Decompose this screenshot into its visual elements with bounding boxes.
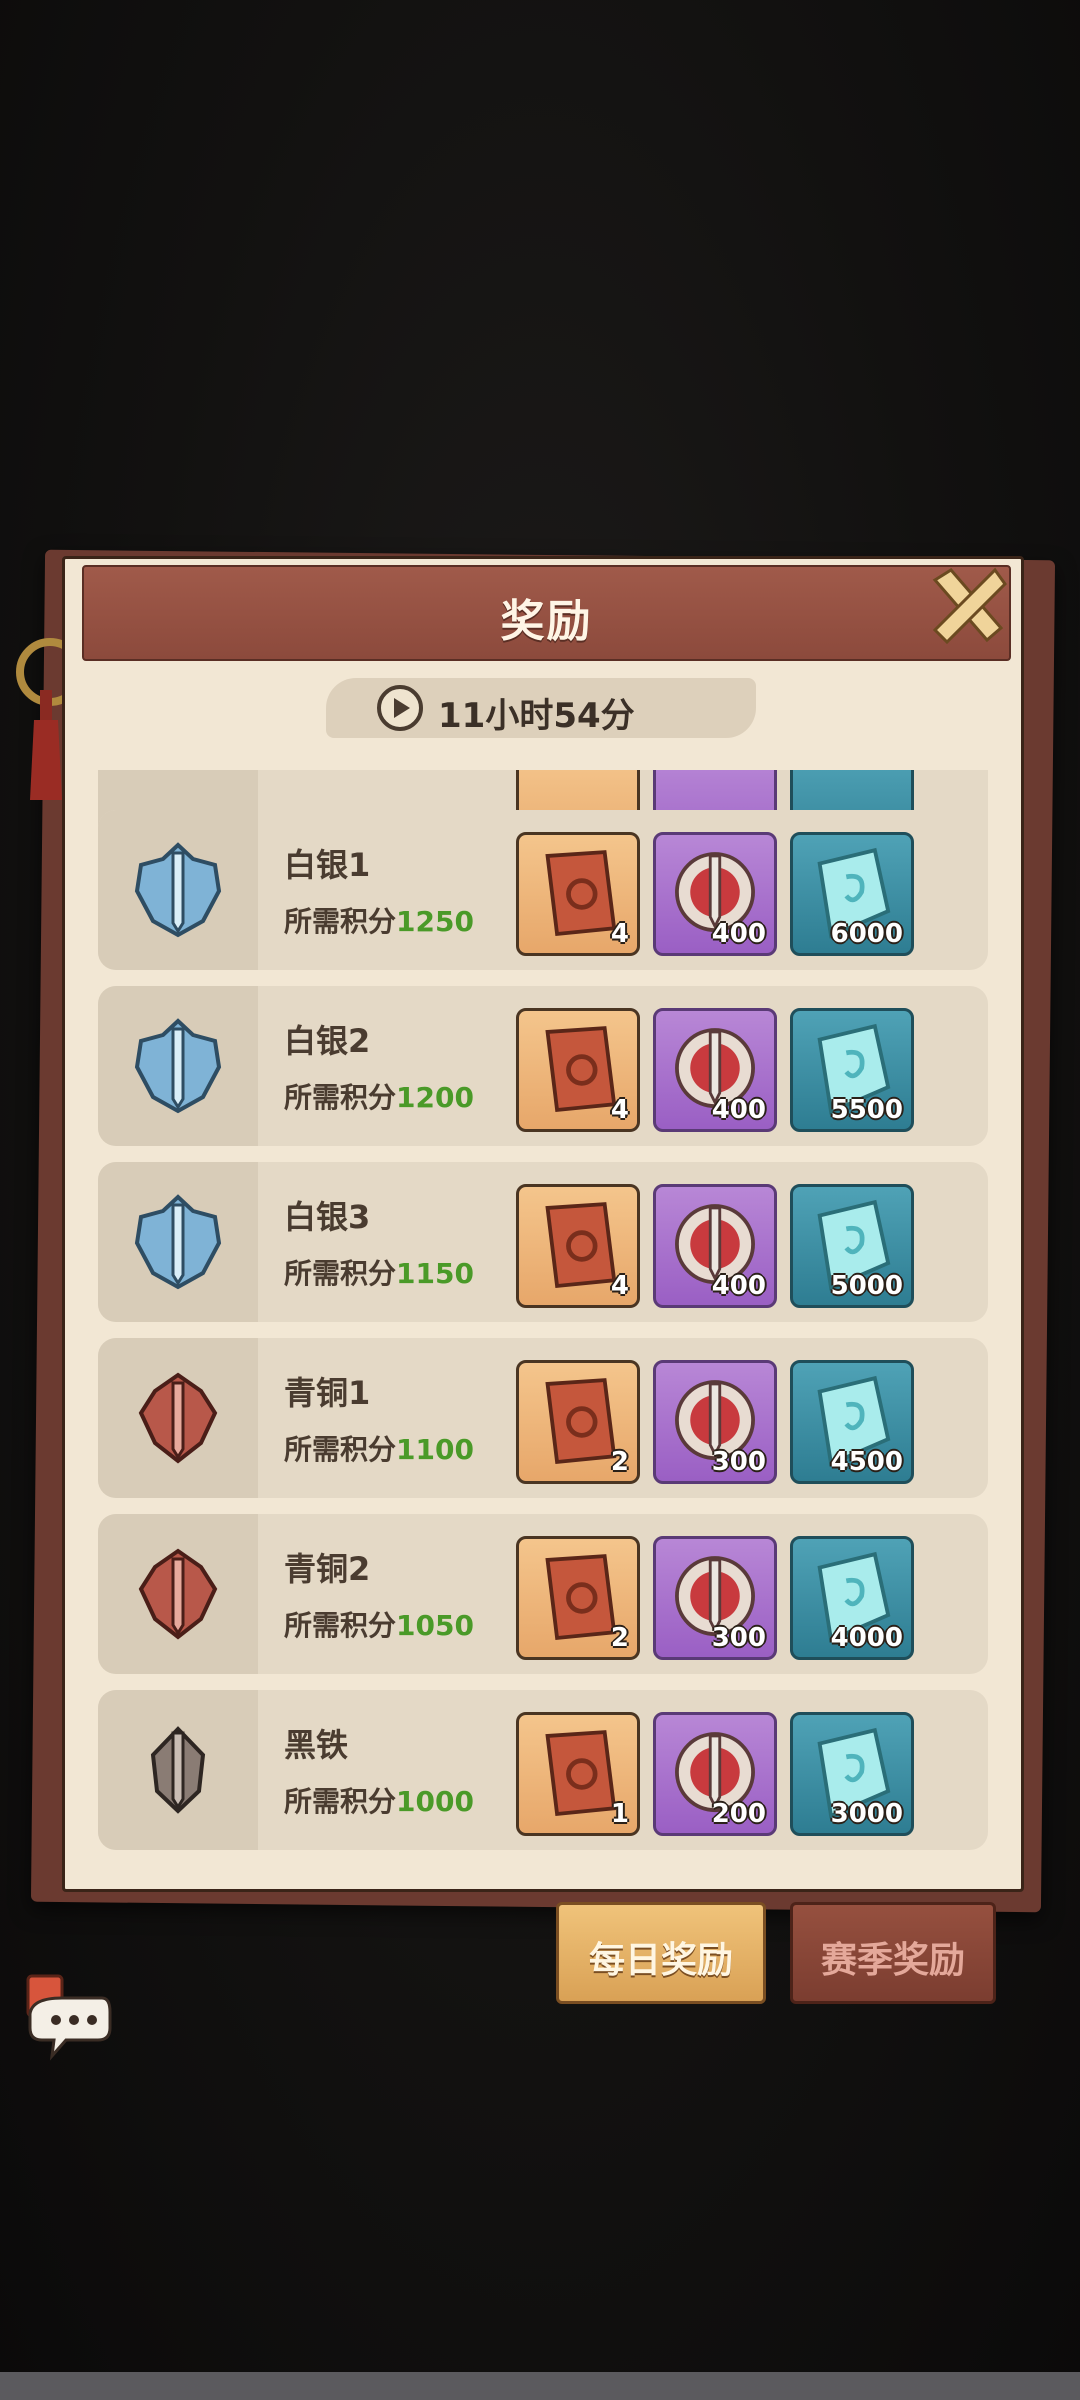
- reward-count: 1: [610, 1799, 629, 1829]
- reward-item-emblem[interactable]: 300: [653, 1360, 777, 1484]
- iron-rank-icon: [150, 1726, 206, 1814]
- close-icon[interactable]: [925, 562, 1011, 648]
- reward-row: 黑铁 所需积分1000 1 200 3000: [98, 1690, 988, 1850]
- rank-name: 黑铁: [284, 1726, 349, 1764]
- reward-count: 2: [610, 1623, 629, 1653]
- reward-count: 4: [610, 1271, 629, 1301]
- required-points: 所需积分1150: [284, 1257, 474, 1290]
- tab-daily-label: 每日奖励: [588, 1940, 733, 1981]
- reward-count: 4500: [830, 1447, 903, 1477]
- reward-item-scroll[interactable]: 1: [516, 1712, 640, 1836]
- timer-text: 11小时54分: [438, 696, 635, 736]
- panel-header: 奖励: [82, 565, 1011, 661]
- reward-count: 400: [711, 919, 766, 949]
- rank-name: 白银1: [284, 846, 371, 884]
- reward-item-crystal[interactable]: 5000: [790, 1184, 914, 1308]
- reward-item-emblem[interactable]: 400: [653, 832, 777, 956]
- reward-count: 5000: [830, 1271, 903, 1301]
- tassel-ornament: [30, 690, 62, 800]
- reward-item-emblem[interactable]: 400: [653, 1184, 777, 1308]
- rank-name: 青铜2: [284, 1550, 371, 1588]
- silver-rank-icon: [134, 1018, 222, 1114]
- reward-row: 白银3 所需积分1150 4 400 5000: [98, 1162, 988, 1322]
- reward-item-scroll[interactable]: 4: [516, 832, 640, 956]
- reward-item-crystal[interactable]: 4500: [790, 1360, 914, 1484]
- silver-rank-icon: [134, 1194, 222, 1290]
- rank-name: 青铜1: [284, 1374, 371, 1412]
- bronze-rank-icon: [138, 1372, 218, 1464]
- bronze-rank-icon: [138, 1548, 218, 1640]
- tab-daily-rewards[interactable]: 每日奖励: [556, 1902, 766, 2004]
- clock-icon: [377, 685, 423, 731]
- reward-item-emblem[interactable]: 300: [653, 1536, 777, 1660]
- required-points: 所需积分1100: [284, 1433, 474, 1466]
- reward-item-scroll[interactable]: 2: [516, 1536, 640, 1660]
- reward-list[interactable]: 白银1 所需积分1250 4 400 6000 白银2 所需积分1200 4 4…: [98, 770, 988, 1850]
- reward-item-crystal[interactable]: 4000: [790, 1536, 914, 1660]
- panel-title: 奖励: [500, 596, 593, 647]
- tab-season-rewards[interactable]: 赛季奖励: [790, 1902, 996, 2004]
- chat-icon[interactable]: [22, 1972, 112, 2062]
- silver-rank-icon: [134, 842, 222, 938]
- reward-count: 5500: [830, 1095, 903, 1125]
- reward-count: 3000: [830, 1799, 903, 1829]
- reward-count: 400: [711, 1095, 766, 1125]
- reward-item-emblem[interactable]: 400: [653, 1008, 777, 1132]
- reward-item-crystal[interactable]: 3000: [790, 1712, 914, 1836]
- reward-count: 400: [711, 1271, 766, 1301]
- reward-item-scroll[interactable]: 2: [516, 1360, 640, 1484]
- reward-row: 青铜2 所需积分1050 2 300 4000: [98, 1514, 988, 1674]
- reward-count: 300: [711, 1447, 766, 1477]
- reward-item-emblem[interactable]: 200: [653, 1712, 777, 1836]
- required-points: 所需积分1250: [284, 905, 474, 938]
- rank-name: 白银3: [284, 1198, 371, 1236]
- reward-item-scroll[interactable]: 4: [516, 1184, 640, 1308]
- bottom-nav-strip: [0, 2372, 1080, 2400]
- required-points: 所需积分1050: [284, 1609, 474, 1642]
- reward-count: 4: [610, 919, 629, 949]
- reward-row: 青铜1 所需积分1100 2 300 4500: [98, 1338, 988, 1498]
- reward-item-crystal[interactable]: 5500: [790, 1008, 914, 1132]
- reward-row: 白银2 所需积分1200 4 400 5500: [98, 986, 988, 1146]
- required-points: 所需积分1000: [284, 1785, 474, 1818]
- timer-bar: 11小时54分: [326, 678, 756, 738]
- reward-count: 200: [711, 1799, 766, 1829]
- reward-count: 6000: [830, 919, 903, 949]
- reward-row: 白银1 所需积分1250 4 400 6000: [98, 810, 988, 970]
- reward-item-scroll[interactable]: 4: [516, 1008, 640, 1132]
- rank-name: 白银2: [284, 1022, 371, 1060]
- reward-item-crystal[interactable]: 6000: [790, 832, 914, 956]
- reward-count: 4: [610, 1095, 629, 1125]
- reward-count: 300: [711, 1623, 766, 1653]
- required-points: 所需积分1200: [284, 1081, 474, 1114]
- reward-count: 2: [610, 1447, 629, 1477]
- reward-count: 4000: [830, 1623, 903, 1653]
- tab-season-label: 赛季奖励: [820, 1940, 965, 1981]
